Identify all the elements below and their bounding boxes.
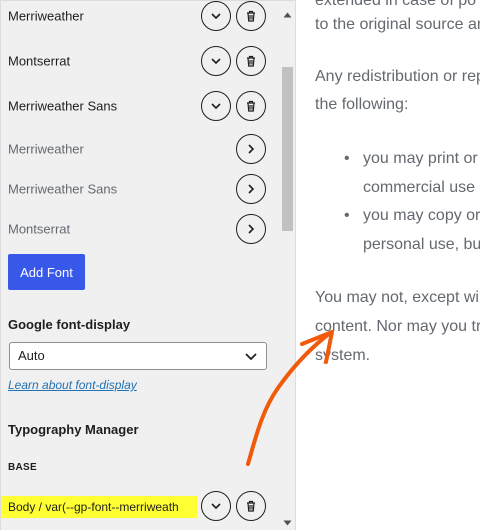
learn-font-display-link[interactable]: Learn about font-display <box>8 378 137 392</box>
typography-manager-heading: Typography Manager <box>8 422 139 437</box>
font-display-selected: Auto <box>18 348 45 363</box>
open-button[interactable] <box>236 174 266 204</box>
trash-icon <box>247 10 255 22</box>
trash-icon <box>247 500 255 512</box>
font-row-merriweather: Merriweather <box>1 1 281 33</box>
article-line: personal use, bu <box>363 236 480 253</box>
typography-body-row-label[interactable]: Body / var(--gp-font--merriweath <box>1 496 197 518</box>
trash-icon <box>247 100 255 112</box>
scroll-down-icon[interactable] <box>282 519 293 527</box>
open-button[interactable] <box>236 134 266 164</box>
delete-button[interactable] <box>236 1 266 31</box>
chevron-down-icon <box>245 353 257 361</box>
font-name: Merriweather Sans <box>8 98 118 114</box>
font-row-merriweather-sans: Merriweather Sans <box>1 89 281 123</box>
font-display-heading: Google font-display <box>8 317 131 332</box>
article-line: You may not, except wi <box>315 289 479 306</box>
article-line: you may copy or <box>363 207 480 224</box>
scrollbar-thumb[interactable] <box>282 67 293 231</box>
google-font-row-merriweather-sans: Merriweather Sans <box>1 172 281 206</box>
font-display-select[interactable]: Auto <box>9 342 267 370</box>
font-manager-sidebar: Merriweather Montserrat Merriweather San… <box>0 0 295 530</box>
chevron-down-icon <box>211 103 221 110</box>
bullet-dot: • <box>344 150 350 167</box>
font-name: Montserrat <box>8 221 71 237</box>
base-label: BASE <box>8 462 37 473</box>
article-line: commercial use <box>363 179 476 196</box>
font-name: Montserrat <box>8 53 71 69</box>
chevron-right-icon <box>248 224 255 234</box>
chevron-down-icon <box>211 503 221 510</box>
article-line: content. Nor may you tr <box>315 318 480 335</box>
font-name: Merriweather <box>8 8 84 24</box>
trash-icon <box>247 55 255 67</box>
chevron-down-icon <box>211 58 221 65</box>
article-line: system. <box>315 347 371 364</box>
expand-button[interactable] <box>201 91 231 121</box>
expand-button[interactable] <box>201 1 231 31</box>
article-line: the following: <box>315 96 409 113</box>
open-button[interactable] <box>236 214 266 244</box>
article-line: to the original source an <box>315 16 480 33</box>
add-font-button[interactable]: Add Font <box>8 254 85 290</box>
chevron-right-icon <box>248 184 255 194</box>
scroll-up-icon[interactable] <box>282 11 293 19</box>
chevron-down-icon <box>211 13 221 20</box>
chevron-right-icon <box>248 144 255 154</box>
expand-button[interactable] <box>201 46 231 76</box>
delete-button[interactable] <box>236 46 266 76</box>
article-clipped-line: extended in case of po <box>315 0 477 9</box>
bullet-dot: • <box>344 207 350 224</box>
google-font-row-merriweather: Merriweather <box>1 132 281 166</box>
delete-button[interactable] <box>236 491 266 521</box>
font-name: Merriweather <box>8 141 84 157</box>
article-line: Any redistribution or rep <box>315 68 480 85</box>
article-preview: extended in case of po to the original s… <box>296 0 480 530</box>
article-line: you may print or <box>363 150 478 167</box>
expand-button[interactable] <box>201 491 231 521</box>
font-name: Merriweather Sans <box>8 181 118 197</box>
font-row-montserrat: Montserrat <box>1 44 281 78</box>
google-font-row-montserrat: Montserrat <box>1 212 281 246</box>
delete-button[interactable] <box>236 91 266 121</box>
